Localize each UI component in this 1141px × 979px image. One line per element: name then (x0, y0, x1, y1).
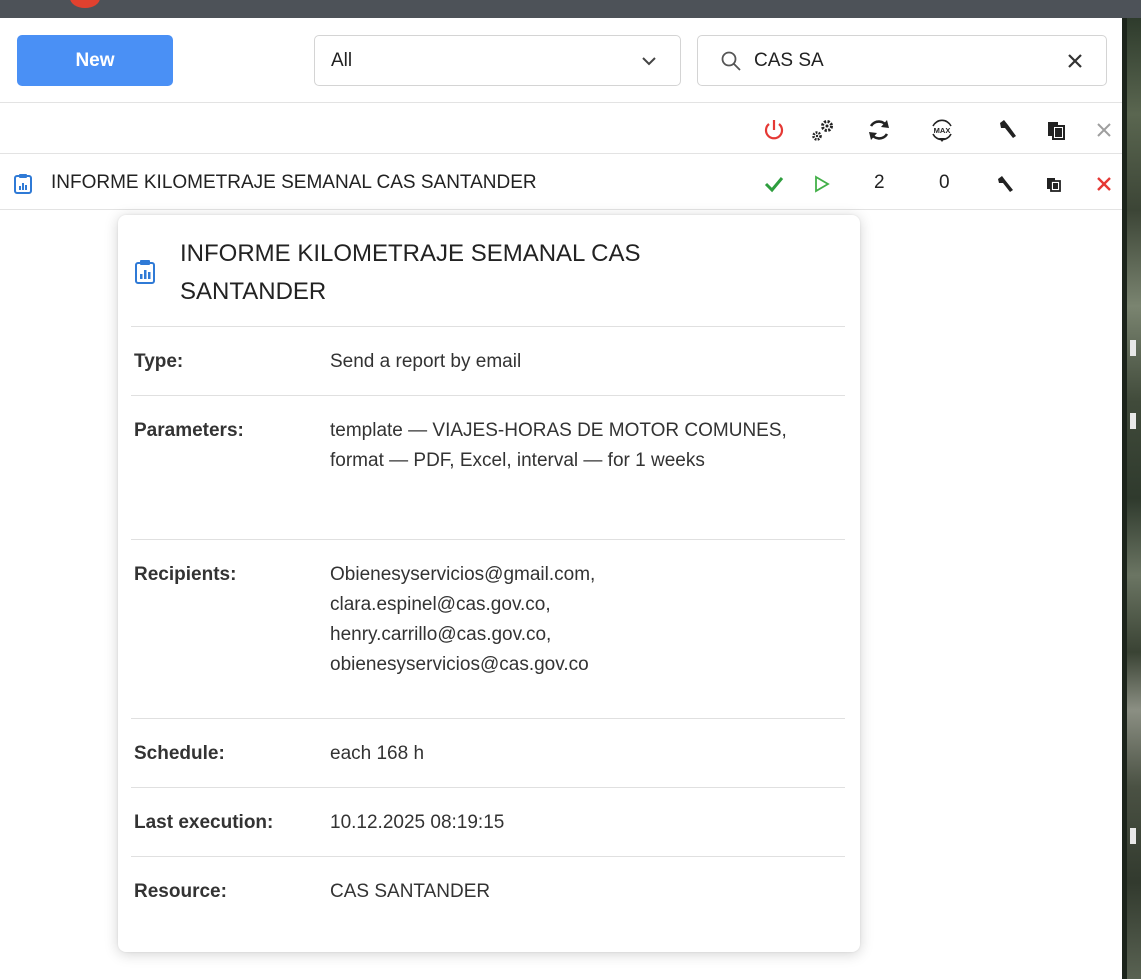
delete-icon[interactable] (1093, 173, 1115, 195)
tooltip-title: INFORME KILOMETRAJE SEMANAL CAS SANTANDE… (180, 240, 641, 305)
logo-dot (70, 0, 100, 8)
power-icon[interactable] (761, 116, 787, 144)
list-item-title[interactable]: INFORME KILOMETRAJE SEMANAL CAS SANTANDE… (51, 172, 537, 194)
wrench-icon[interactable] (994, 173, 1016, 195)
copy-icon[interactable] (1043, 173, 1065, 195)
tooltip-label-type: Type: (134, 351, 184, 372)
copy-icon[interactable] (1043, 116, 1069, 144)
search-field[interactable]: CAS SA (697, 35, 1107, 86)
tooltip-value-resource: CAS SANTANDER (330, 881, 491, 902)
tooltip-divider (131, 539, 845, 540)
row-divider (0, 209, 1122, 210)
tooltip-value-parameters: template — VIAJES-HORAS DE MOTOR COMUNES… (330, 420, 787, 471)
wrench-icon[interactable] (994, 116, 1020, 144)
header-divider (0, 153, 1122, 154)
check-icon[interactable] (763, 173, 785, 195)
play-icon[interactable] (811, 173, 833, 195)
tooltip-label-resource: Resource: (134, 881, 227, 902)
svg-text:MAX: MAX (934, 126, 951, 135)
map-mark (1130, 413, 1136, 429)
chevron-down-icon (642, 57, 656, 66)
tooltip-value-schedule: each 168 h (330, 743, 425, 764)
new-button[interactable]: New (17, 35, 173, 86)
tooltip-divider (131, 856, 845, 857)
toolbar-divider (0, 102, 1122, 103)
tooltip-divider (131, 395, 845, 396)
tooltip-label-parameters: Parameters: (134, 420, 244, 441)
gears-icon[interactable] (810, 116, 836, 144)
clear-search-icon[interactable] (1066, 52, 1084, 70)
map-edge (1122, 18, 1141, 979)
tooltip-label-recipients: Recipients: (134, 564, 237, 585)
report-icon (135, 260, 155, 284)
report-tooltip: INFORME KILOMETRAJE SEMANAL CAS SANTANDE… (118, 215, 860, 952)
search-icon (721, 51, 741, 71)
filter-select-value: All (331, 50, 353, 71)
filter-select[interactable]: All (314, 35, 681, 86)
tooltip-value-type: Send a report by email (330, 351, 522, 372)
max-icon[interactable]: MAX (929, 116, 955, 144)
tooltip-value-recipients: Obienesyservicios@gmail.com, clara.espin… (330, 564, 596, 675)
top-bar (0, 0, 1141, 18)
tooltip-label-last-execution: Last execution: (134, 812, 274, 833)
map-mark (1130, 340, 1136, 356)
refresh-icon[interactable] (866, 116, 892, 144)
search-input[interactable]: CAS SA (754, 50, 824, 72)
map-mark (1130, 828, 1136, 844)
tooltip-label-schedule: Schedule: (134, 743, 225, 764)
count-max: 0 (939, 172, 950, 193)
tooltip-divider (131, 718, 845, 719)
tooltip-value-last-execution: 10.12.2025 08:19:15 (330, 812, 505, 833)
tooltip-divider (131, 787, 845, 788)
report-icon (14, 174, 32, 194)
tooltip-divider (131, 326, 845, 327)
close-icon[interactable] (1092, 116, 1118, 144)
count-executions: 2 (874, 172, 885, 193)
